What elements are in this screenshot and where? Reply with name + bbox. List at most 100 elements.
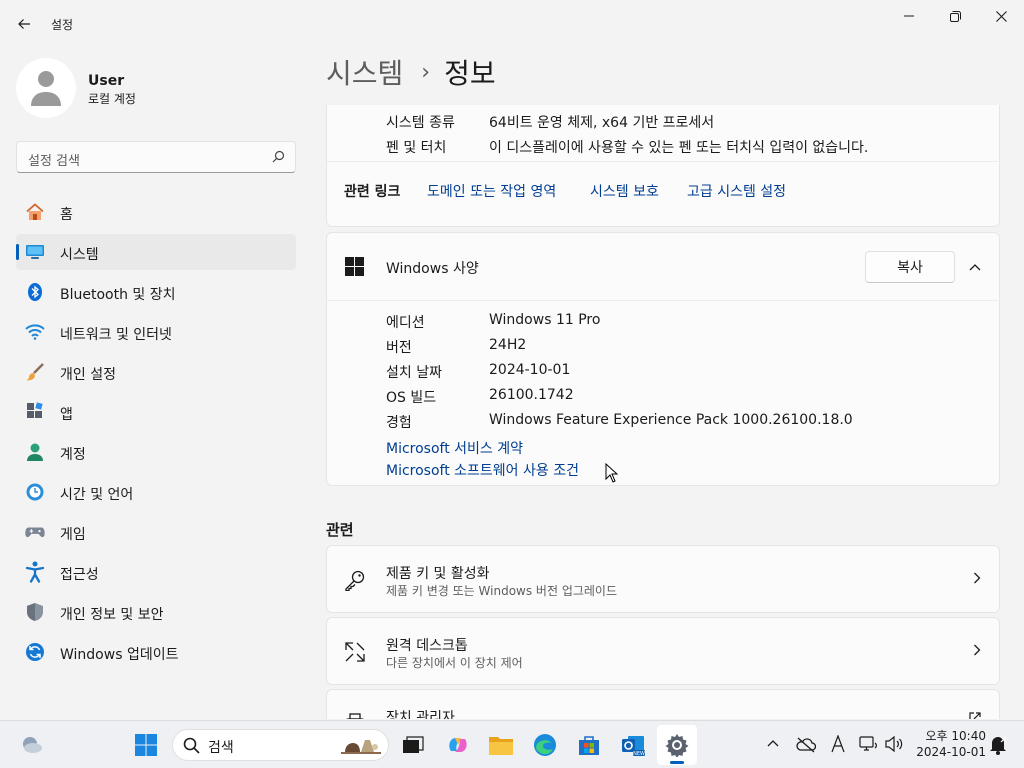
sidebar-item-system[interactable]: 시스템 [16,234,296,270]
onedrive-offline-icon[interactable] [796,737,816,753]
settings-search-input[interactable]: 설정 검색 [16,141,296,173]
taskbar-clock[interactable]: 오후 10:40 2024-10-01 [912,728,986,760]
link-service-agreement[interactable]: Microsoft 서비스 계약 [386,438,523,458]
user-profile[interactable]: User 로컬 계정 [16,56,296,120]
open-external-icon [969,712,981,719]
sidebar-item-accessibility[interactable]: 접근성 [16,554,296,590]
main-content[interactable]: 시스템 종류 64비트 운영 체제, x64 기반 프로세서 펜 및 터치 이 … [326,105,1000,719]
taskbar-search-label: 검색 [208,740,234,756]
back-button[interactable] [8,8,40,40]
link-domain-workgroup[interactable]: 도메인 또는 작업 영역 [427,181,556,201]
chevron-up-icon[interactable] [969,263,981,271]
sidebar-item-home[interactable]: 홈 [16,194,296,230]
spec-value: 26100.1742 [489,387,574,403]
sidebar-item-network[interactable]: 네트워크 및 인터넷 [16,314,296,350]
mouse-cursor-icon [605,463,618,483]
back-arrow-icon [18,19,30,29]
link-license-terms[interactable]: Microsoft 소프트웨어 사용 조건 [386,460,579,480]
sidebar-item-privacy[interactable]: 개인 정보 및 보안 [16,594,296,630]
spec-key: 설치 날짜 [386,365,442,381]
sidebar-item-time-language[interactable]: 시간 및 언어 [16,474,296,510]
account-type: 로컬 계정 [88,92,136,106]
title-bar: 설정 [0,0,1024,46]
windows-spec-header[interactable]: Windows 사양 복사 [327,233,1000,301]
outlook-button[interactable]: NEW [613,725,653,765]
taskbar-search[interactable]: 검색 [172,729,389,761]
card-subtitle: 다른 장치에서 이 장치 제어 [386,656,523,670]
close-button[interactable] [978,0,1024,32]
link-system-protection[interactable]: 시스템 보호 [590,181,659,201]
search-icon [183,737,200,754]
sidebar-item-bluetooth[interactable]: Bluetooth 및 장치 [16,274,296,310]
account-icon [25,442,45,462]
clock-time: 오후 10:40 [925,729,986,743]
restore-button[interactable] [932,0,978,32]
settings-app-button[interactable] [657,725,697,765]
weather-cloud-icon [23,737,42,753]
product-key-activation-card[interactable]: 제품 키 및 활성화 제품 키 변경 또는 Windows 버전 업그레이드 [326,545,1000,613]
sidebar-item-accounts[interactable]: 계정 [16,434,296,470]
sidebar-item-personalization[interactable]: 개인 설정 [16,354,296,390]
sidebar-item-gaming[interactable]: 게임 [16,514,296,550]
breadcrumb-parent[interactable]: 시스템 [326,52,403,92]
minimize-button[interactable] [886,0,932,32]
copilot-button[interactable] [438,725,478,765]
spec-key: OS 빌드 [386,390,437,406]
search-icon [272,150,285,163]
remote-desktop-card[interactable]: 원격 데스크톱 다른 장치에서 이 장치 제어 [326,617,1000,685]
spec-row: OS 빌드 26100.1742 [386,387,986,407]
windows-start-icon [135,734,157,756]
minimize-icon [904,15,914,17]
volume-icon[interactable] [885,736,903,752]
taskbar: 검색 NEW 오후 10:40 2024-10-01 [0,720,1024,768]
accessibility-icon [25,561,45,583]
network-icon[interactable] [859,735,879,753]
file-explorer-button[interactable] [481,725,521,765]
apps-icon [25,402,45,422]
link-advanced-system-settings[interactable]: 고급 시스템 설정 [687,181,786,201]
ime-language-icon[interactable] [830,735,846,753]
restore-icon [949,10,961,22]
printer-icon [346,713,364,719]
bluetooth-icon [25,282,45,302]
edge-button[interactable] [525,725,565,765]
sidebar-item-windows-update[interactable]: Windows 업데이트 [16,634,296,670]
spec-value: 이 디스플레이에 사용할 수 있는 펜 또는 터치식 입력이 없습니다. [489,140,869,156]
windows-spec-title: Windows 사양 [386,261,479,277]
breadcrumb-separator: › [421,59,431,85]
search-highlight-icon [341,740,381,754]
gamepad-icon [25,522,45,542]
spec-value: Windows Feature Experience Pack 1000.261… [489,412,853,428]
sidebar-item-apps[interactable]: 앱 [16,394,296,430]
outlook-icon: NEW [622,736,645,757]
copilot-icon [449,738,467,752]
task-view-button[interactable] [393,725,433,765]
card-title: 제품 키 및 활성화 [386,566,490,582]
spec-row: 버전 24H2 [386,337,986,357]
home-icon [25,202,45,222]
copy-button[interactable]: 복사 [865,251,955,283]
chevron-right-icon [974,572,981,584]
breadcrumb: 시스템 › 정보 [326,52,496,92]
spec-value: 2024-10-01 [489,362,571,378]
chevron-up-icon[interactable] [767,739,779,747]
user-avatar-icon [31,71,61,106]
clock-globe-icon [25,482,45,502]
related-section-title: 관련 [326,521,354,539]
system-icon [25,242,45,262]
spec-key: 펜 및 터치 [386,140,447,156]
brush-icon [25,362,45,382]
spec-row: 시스템 종류 64비트 운영 체제, x64 기반 프로세서 [386,112,986,132]
device-manager-card[interactable]: 장치 관리자 [326,689,1000,719]
user-name: User [88,73,125,89]
microsoft-store-button[interactable] [569,725,609,765]
windows-logo-icon [345,257,364,276]
spec-key: 시스템 종류 [386,115,455,131]
widgets-button[interactable] [12,725,52,765]
notification-bell-icon[interactable] [989,735,1007,755]
windows-spec-card: Windows 사양 복사 에디션 Windows 11 Pro 버전 24H2… [326,232,1000,486]
start-button[interactable] [126,725,166,765]
update-icon [25,642,45,662]
spec-key: 에디션 [386,315,425,331]
device-specs-card: 시스템 종류 64비트 운영 체제, x64 기반 프로세서 펜 및 터치 이 … [326,105,1000,227]
